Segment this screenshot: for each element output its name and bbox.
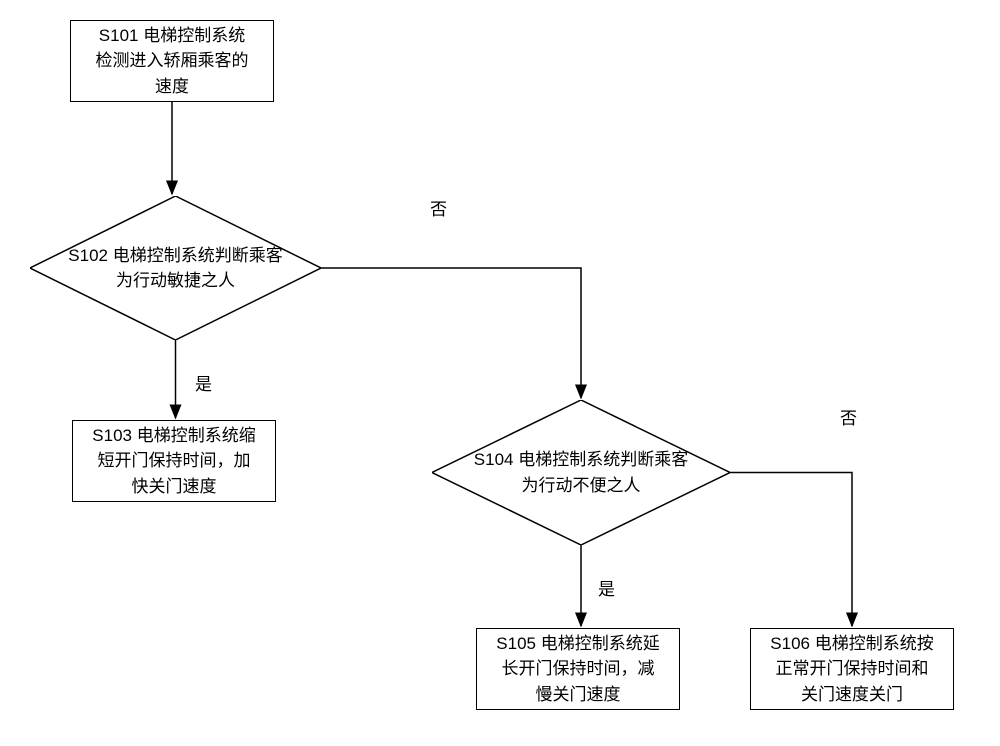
node-s106: S106 电梯控制系统按正常开门保持时间和关门速度关门 — [750, 628, 954, 710]
arrow-s102-s104 — [321, 268, 581, 398]
label-s102-no: 否 — [430, 195, 447, 220]
node-s104-text: S104 电梯控制系统判断乘客为行动不便之人 — [474, 447, 688, 498]
node-s103: S103 电梯控制系统缩短开门保持时间，加快关门速度 — [72, 420, 276, 502]
label-s102-yes: 是 — [195, 370, 212, 395]
node-s104: S104 电梯控制系统判断乘客为行动不便之人 — [432, 400, 730, 545]
node-s103-text: S103 电梯控制系统缩短开门保持时间，加快关门速度 — [92, 423, 255, 500]
node-s102: S102 电梯控制系统判断乘客为行动敏捷之人 — [30, 196, 321, 340]
node-s105: S105 电梯控制系统延长开门保持时间，减慢关门速度 — [476, 628, 680, 710]
label-s104-yes: 是 — [598, 575, 615, 600]
node-s105-text: S105 电梯控制系统延长开门保持时间，减慢关门速度 — [496, 631, 659, 708]
node-s106-text: S106 电梯控制系统按正常开门保持时间和关门速度关门 — [770, 631, 933, 708]
label-s104-no: 否 — [840, 404, 857, 429]
node-s101-text: S101 电梯控制系统检测进入轿厢乘客的速度 — [96, 23, 249, 100]
arrow-s104-s106 — [730, 473, 852, 627]
node-s101: S101 电梯控制系统检测进入轿厢乘客的速度 — [70, 20, 274, 102]
node-s102-text: S102 电梯控制系统判断乘客为行动敏捷之人 — [68, 243, 282, 294]
